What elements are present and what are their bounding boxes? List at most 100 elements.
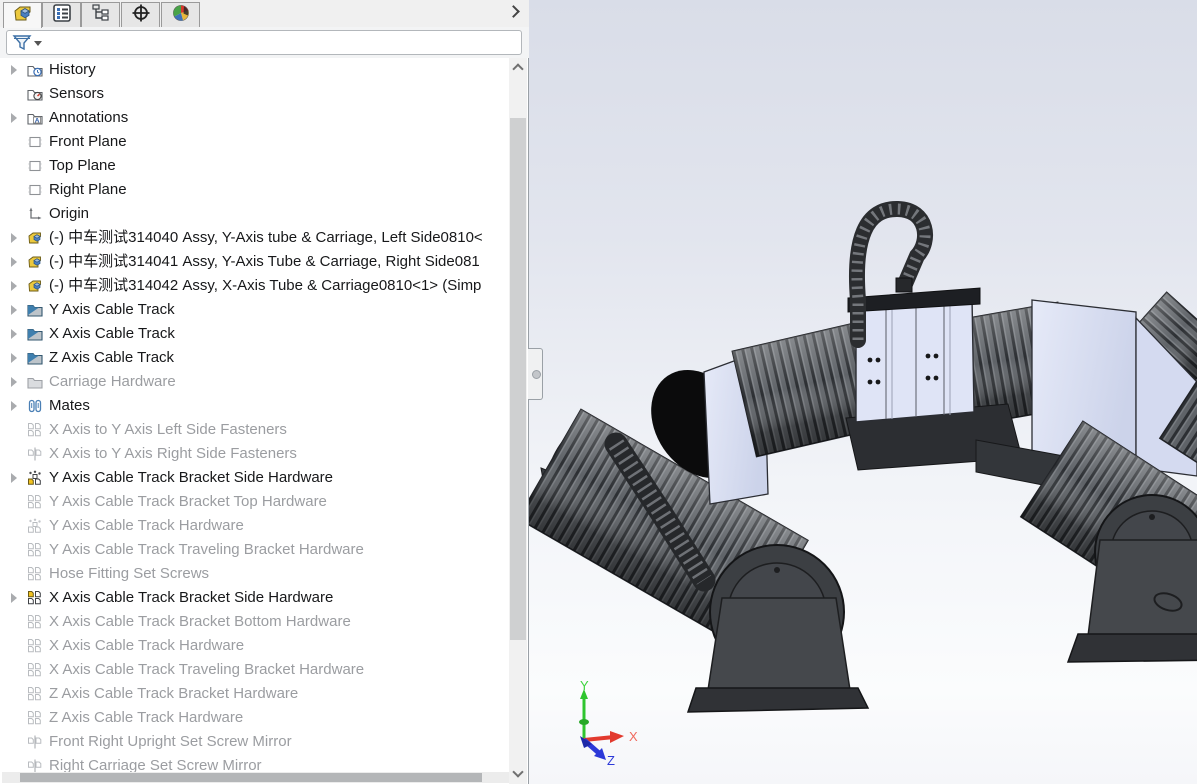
expand-arrow-icon[interactable]: [9, 593, 19, 603]
tree-row-label: X Axis Cable Track Traveling Bracket Har…: [49, 658, 509, 682]
filter-dropdown-caret[interactable]: [34, 41, 42, 46]
tree-row[interactable]: Front Plane: [0, 130, 509, 154]
tree-row[interactable]: Y Axis Cable Track Hardware: [0, 514, 509, 538]
expand-panel-icon[interactable]: [505, 4, 521, 20]
filter-funnel-icon[interactable]: [12, 33, 32, 58]
tree-row-label: Right Carriage Set Screw Mirror: [49, 754, 509, 774]
tab-dimxpertmanager[interactable]: [121, 2, 160, 27]
tree-row[interactable]: Right Plane: [0, 178, 509, 202]
expand-arrow-icon[interactable]: [9, 305, 19, 315]
pattern-icon: [27, 494, 43, 510]
tree-row[interactable]: X Axis Cable Track Bracket Side Hardware: [0, 586, 509, 610]
featuremanager-panel: HistorySensorsAAnnotationsFront PlaneTop…: [0, 0, 529, 784]
expand-arrow-icon[interactable]: [9, 377, 19, 387]
tree-row[interactable]: X Axis Cable Track: [0, 322, 509, 346]
folder-gray-icon: [27, 374, 43, 390]
tab-configurationmanager[interactable]: [81, 2, 120, 27]
property-icon: [51, 3, 73, 28]
tree-row[interactable]: X Axis Cable Track Hardware: [0, 634, 509, 658]
no-arrow: [9, 617, 19, 627]
tree-row[interactable]: (-) 中车测试314041 Assy, Y-Axis Tube & Carri…: [0, 250, 509, 274]
tree-row[interactable]: Carriage Hardware: [0, 370, 509, 394]
tree-row[interactable]: Y Axis Cable Track: [0, 298, 509, 322]
tree-row[interactable]: X Axis to Y Axis Left Side Fasteners: [0, 418, 509, 442]
folder-blue-icon: [27, 350, 43, 366]
tab-propertymanager[interactable]: [42, 2, 81, 27]
tree-row[interactable]: History: [0, 58, 509, 82]
expand-arrow-icon[interactable]: [9, 353, 19, 363]
filter-input[interactable]: [6, 30, 522, 55]
tree-row[interactable]: Right Carriage Set Screw Mirror: [0, 754, 509, 774]
tree-row[interactable]: (-) 中车测试314042 Assy, X-Axis Tube & Carri…: [0, 274, 509, 298]
tree-row[interactable]: (-) 中车测试314040 Assy, Y-Axis tube & Carri…: [0, 226, 509, 250]
tab-featuremanager[interactable]: [3, 2, 42, 28]
tree-row[interactable]: X Axis to Y Axis Right Side Fasteners: [0, 442, 509, 466]
tree-row-label: Y Axis Cable Track Bracket Top Hardware: [49, 490, 509, 514]
mates-icon: [27, 398, 43, 414]
tree-row-label: Mates: [49, 394, 509, 418]
tree-horizontal-scrollbar[interactable]: [2, 772, 509, 783]
tree-row[interactable]: Sensors: [0, 82, 509, 106]
tree-row-label: Hose Fitting Set Screws: [49, 562, 509, 586]
expand-arrow-icon[interactable]: [9, 65, 19, 75]
tree-row[interactable]: Top Plane: [0, 154, 509, 178]
scrollbar-thumb[interactable]: [510, 118, 526, 640]
tab-displaymanager[interactable]: [161, 2, 200, 27]
plane-icon: [27, 158, 43, 174]
expand-arrow-icon[interactable]: [9, 281, 19, 291]
expand-arrow-icon[interactable]: [9, 329, 19, 339]
tree-row[interactable]: X Axis Cable Track Bracket Bottom Hardwa…: [0, 610, 509, 634]
pattern-icon: [27, 710, 43, 726]
tree-row[interactable]: Mates: [0, 394, 509, 418]
no-arrow: [9, 425, 19, 435]
tree-row-label: Z Axis Cable Track Bracket Hardware: [49, 682, 509, 706]
panel-splitter-handle[interactable]: [528, 348, 543, 400]
tree-row-label: Front Plane: [49, 130, 509, 154]
no-arrow: [9, 161, 19, 171]
assembly-icon: [27, 278, 43, 294]
tree-row[interactable]: Hose Fitting Set Screws: [0, 562, 509, 586]
expand-arrow-icon[interactable]: [9, 233, 19, 243]
tree-row[interactable]: X Axis Cable Track Traveling Bracket Har…: [0, 658, 509, 682]
tree-vertical-scrollbar[interactable]: [509, 58, 527, 784]
gantry-machine-model: Y X Z: [529, 209, 1197, 768]
splitter-dot: [532, 370, 541, 379]
assembly-icon: [12, 3, 34, 28]
orientation-triad: Y X Z: [579, 678, 638, 768]
expand-arrow-icon[interactable]: [9, 473, 19, 483]
expand-arrow-icon[interactable]: [9, 113, 19, 123]
tree-row[interactable]: Front Right Upright Set Screw Mirror: [0, 730, 509, 754]
tree-row-label: History: [49, 58, 509, 82]
tree-row-label: X Axis Cable Track Bracket Side Hardware: [49, 586, 509, 610]
tree-row[interactable]: Z Axis Cable Track: [0, 346, 509, 370]
folder-annotations-icon: A: [27, 110, 43, 126]
tree-row[interactable]: Z Axis Cable Track Hardware: [0, 706, 509, 730]
tree-row-label: (-) 中车测试314042 Assy, X-Axis Tube & Carri…: [49, 274, 509, 298]
folder-blue-icon: [27, 326, 43, 342]
expand-arrow-icon[interactable]: [9, 257, 19, 267]
tree-row[interactable]: AAnnotations: [0, 106, 509, 130]
tree-row-label: Y Axis Cable Track Hardware: [49, 514, 509, 538]
tree-row-label: X Axis to Y Axis Left Side Fasteners: [49, 418, 509, 442]
tree-row[interactable]: Y Axis Cable Track Bracket Top Hardware: [0, 490, 509, 514]
tree-row[interactable]: Y Axis Cable Track Bracket Side Hardware: [0, 466, 509, 490]
tree-row[interactable]: Y Axis Cable Track Traveling Bracket Har…: [0, 538, 509, 562]
triad-z-label: Z: [607, 753, 615, 768]
tree-row[interactable]: Z Axis Cable Track Bracket Hardware: [0, 682, 509, 706]
sketch-pattern-icon: [27, 518, 43, 534]
expand-arrow-icon[interactable]: [9, 401, 19, 411]
triad-x-label: X: [629, 729, 638, 744]
tree-row-label: Y Axis Cable Track: [49, 298, 509, 322]
scroll-up-button[interactable]: [509, 58, 527, 76]
folder-history-icon: [27, 62, 43, 78]
dimxpert-icon: [130, 3, 152, 28]
tree-row-label: Top Plane: [49, 154, 509, 178]
hscrollbar-thumb[interactable]: [20, 773, 482, 782]
mirror-icon: [27, 446, 43, 462]
pattern-icon: [27, 566, 43, 582]
tree-row[interactable]: Origin: [0, 202, 509, 226]
graphics-viewport[interactable]: Y X Z: [529, 0, 1197, 784]
scroll-down-button[interactable]: [509, 764, 527, 782]
tree-row-label: (-) 中车测试314040 Assy, Y-Axis tube & Carri…: [49, 226, 509, 250]
no-arrow: [9, 521, 19, 531]
